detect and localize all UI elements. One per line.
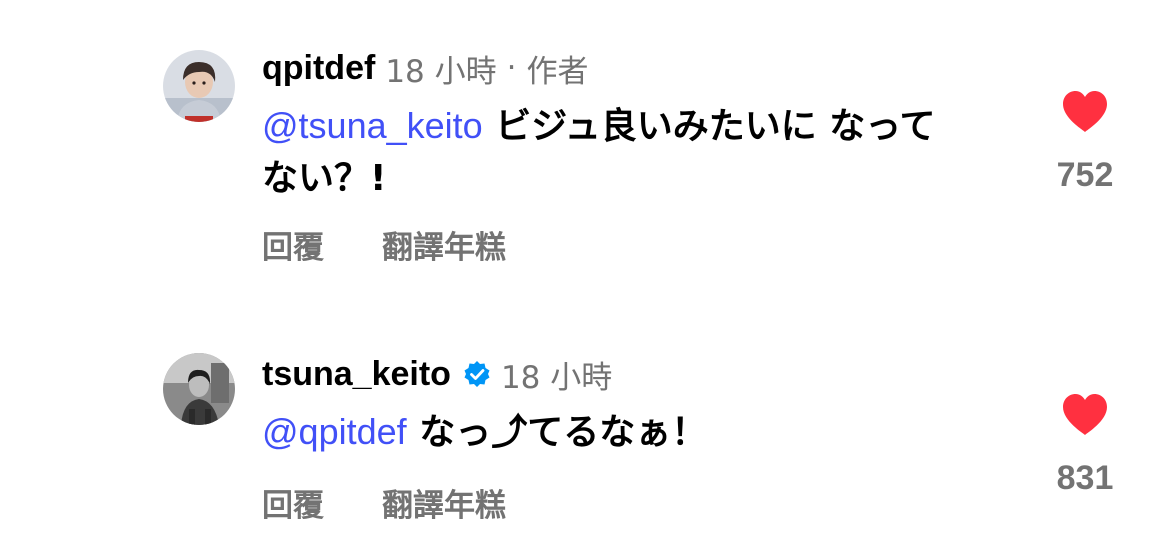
avatar[interactable] — [163, 353, 235, 425]
like-button[interactable]: 831 — [1040, 393, 1130, 498]
verified-badge-icon — [463, 360, 491, 388]
comment-actions: 回覆 翻譯年糕 — [262, 480, 506, 525]
heart-icon[interactable] — [1061, 393, 1109, 437]
mention-link[interactable]: @qpitdef — [262, 411, 407, 452]
reply-button[interactable]: 回覆 — [262, 480, 382, 525]
comment-text: @qpitdef なっ⤴てるなぁ！ — [262, 406, 962, 459]
comment-item: tsuna_keito 18 小時 @qpitdef なっ⤴てるなぁ！ 回覆 翻… — [0, 0, 1170, 555]
translate-button[interactable]: 翻譯年糕 — [382, 480, 506, 525]
comment-header: tsuna_keito 18 小時 — [262, 354, 613, 396]
avatar-image — [163, 353, 235, 425]
comment-body: なっ⤴てるなぁ！ — [419, 412, 708, 453]
username[interactable]: tsuna_keito — [262, 355, 451, 394]
timestamp: 18 小時 — [500, 359, 613, 396]
like-count: 831 — [1056, 459, 1114, 497]
